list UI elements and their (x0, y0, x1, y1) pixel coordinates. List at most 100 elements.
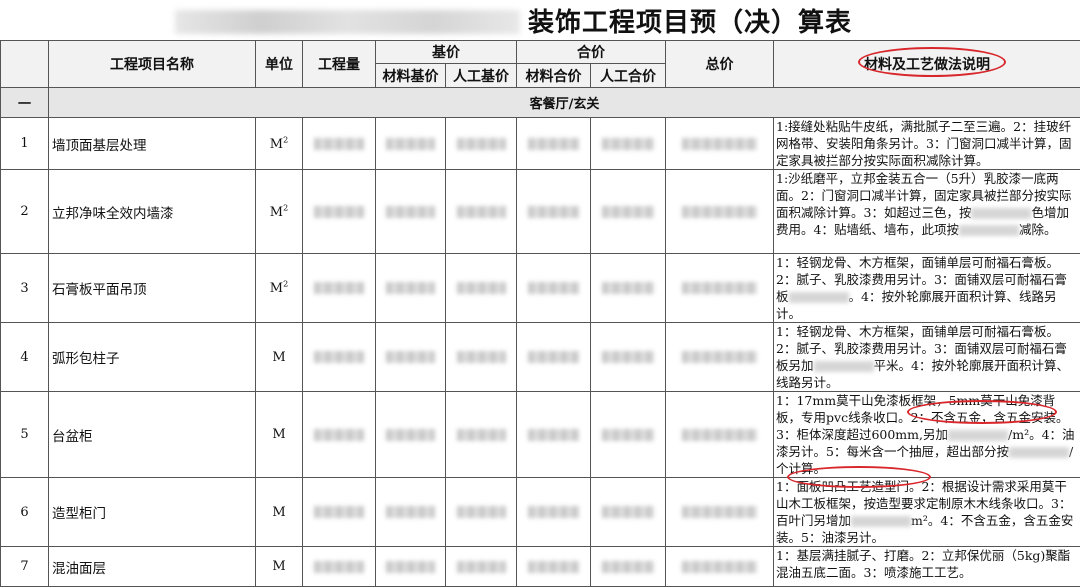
item-notes: 1：轻钢龙骨、木方框架，面铺单层可耐福石膏板。2：腻子、乳胶漆费用另计。3：面铺… (774, 254, 1080, 323)
blurred-price (851, 516, 911, 527)
blurred-number (314, 138, 364, 150)
item-unit: M2 (256, 118, 303, 170)
table-row: 3 石膏板平面吊顶 M21：轻钢龙骨、木方框架，面铺单层可耐福石膏板。2：腻子、… (1, 254, 1080, 323)
blurred-price (1009, 447, 1069, 458)
row-index: 5 (1, 392, 49, 478)
item-name: 混油面层 (49, 547, 256, 587)
item-notes: 1：面板凹凸工艺造型门。2：根据设计需求采用莫干山木工板框架，按造型要求定制原木… (774, 478, 1080, 547)
blurred-number (457, 282, 506, 294)
blurred-number (528, 351, 579, 363)
row-index: 7 (1, 547, 49, 587)
header-total: 总价 (666, 41, 774, 88)
blurred-number (386, 282, 434, 294)
row-index: 6 (1, 478, 49, 547)
blurred-value (517, 478, 591, 547)
blurred-number (528, 282, 579, 294)
blurred-number (386, 351, 434, 363)
row-index: 1 (1, 118, 49, 170)
blurred-value (591, 254, 666, 323)
blurred-value (666, 254, 774, 323)
blurred-value (303, 170, 376, 254)
blurred-company-name (175, 10, 520, 34)
blurred-number (682, 506, 757, 518)
item-unit: M2 (256, 170, 303, 254)
blurred-value (446, 323, 517, 392)
header-qty: 工程量 (303, 41, 376, 88)
blurred-number (314, 206, 364, 218)
blurred-value (666, 392, 774, 478)
blurred-number (602, 206, 654, 218)
blurred-value (591, 392, 666, 478)
item-notes: 1：基层满挂腻子、打磨。2：立邦保优丽（5kg)聚酯混油五底二面。3：喷漆施工工… (774, 547, 1080, 587)
blurred-number (314, 506, 364, 518)
blurred-value (376, 254, 446, 323)
blurred-number (528, 138, 579, 150)
item-unit: M (256, 323, 303, 392)
blurred-number (682, 138, 757, 150)
blurred-number (314, 282, 364, 294)
header-material-total: 材料合价 (517, 64, 591, 88)
item-name: 石膏板平面吊顶 (49, 254, 256, 323)
blurred-number (602, 282, 654, 294)
table-row: 1 墙顶面基层处理 M21:接缝处粘贴牛皮纸，满批腻子二至三遍。2：挂玻纤网格带… (1, 118, 1080, 170)
blurred-value (303, 478, 376, 547)
blurred-value (517, 547, 591, 587)
row-index: 2 (1, 170, 49, 254)
blurred-value (666, 170, 774, 254)
item-unit: M (256, 478, 303, 547)
blurred-value (303, 392, 376, 478)
blurred-number (386, 506, 434, 518)
notes-text: 1：基层满挂腻子、打磨。2：立邦保优丽（5kg)聚酯混油五底二面。3：喷漆施工工… (776, 548, 1070, 580)
blurred-number (457, 561, 506, 573)
item-name: 台盆柜 (49, 392, 256, 478)
blurred-number (682, 206, 757, 218)
blurred-number (386, 561, 434, 573)
table-row: 4 弧形包柱子 M 1：轻钢龙骨、木方框架，面铺单层可耐福石膏板。2：腻子、乳胶漆… (1, 323, 1080, 392)
item-unit: M (256, 547, 303, 587)
blurred-value (517, 118, 591, 170)
item-unit: M (256, 392, 303, 478)
blurred-value (376, 392, 446, 478)
item-name: 弧形包柱子 (49, 323, 256, 392)
blurred-value (666, 547, 774, 587)
unit-text: M2 (270, 137, 288, 152)
header-index (1, 41, 49, 88)
blurred-number (386, 206, 434, 218)
blurred-number (457, 351, 506, 363)
unit-text: M (272, 427, 285, 442)
blurred-number (602, 506, 654, 518)
item-notes: 1：轻钢龙骨、木方框架，面铺单层可耐福石膏板。2：腻子、乳胶漆费用另计。3：面铺… (774, 323, 1080, 392)
unit-text: M (272, 350, 285, 365)
blurred-number (602, 561, 654, 573)
item-notes: 1:接缝处粘贴牛皮纸，满批腻子二至三遍。2：挂玻纤网格带、安装阳角条另计。3：门… (774, 118, 1080, 170)
blurred-value (303, 323, 376, 392)
blurred-price (959, 225, 1019, 236)
blurred-value (303, 118, 376, 170)
title-bar: 装饰工程项目预（决）算表 (0, 0, 1080, 40)
header-labor-total: 人工合价 (591, 64, 666, 88)
sheet-title: 装饰工程项目预（决）算表 (528, 2, 852, 39)
blurred-number (682, 429, 757, 441)
blurred-value (666, 323, 774, 392)
table-row: 6 造型柜门 M 1：面板凹凸工艺造型门。2：根据设计需求采用莫干山木工板框架，按… (1, 478, 1080, 547)
item-unit: M2 (256, 254, 303, 323)
row-index: 4 (1, 323, 49, 392)
section-index: 一 (1, 88, 49, 118)
section-name: 客餐厅/玄关 (49, 88, 1080, 118)
header-material-base: 材料基价 (376, 64, 446, 88)
unit-text: M (272, 559, 285, 574)
blurred-value (446, 254, 517, 323)
blurred-value (303, 547, 376, 587)
blurred-number (528, 206, 579, 218)
blurred-number (457, 429, 506, 441)
blurred-value (446, 547, 517, 587)
blurred-number (314, 351, 364, 363)
notes-text: 1:接缝处粘贴牛皮纸，满批腻子二至三遍。2：挂玻纤网格带、安装阳角条另计。3：门… (776, 119, 1071, 168)
blurred-value (666, 478, 774, 547)
blurred-number (314, 561, 364, 573)
blurred-value (446, 392, 517, 478)
item-name: 造型柜门 (49, 478, 256, 547)
header-combined-price: 合价 (517, 41, 666, 64)
table-row: 2 立邦净味全效内墙漆 M21:沙纸磨平，立邦金装五合一（5升）乳胶漆一底两面。… (1, 170, 1080, 254)
blurred-value (591, 323, 666, 392)
